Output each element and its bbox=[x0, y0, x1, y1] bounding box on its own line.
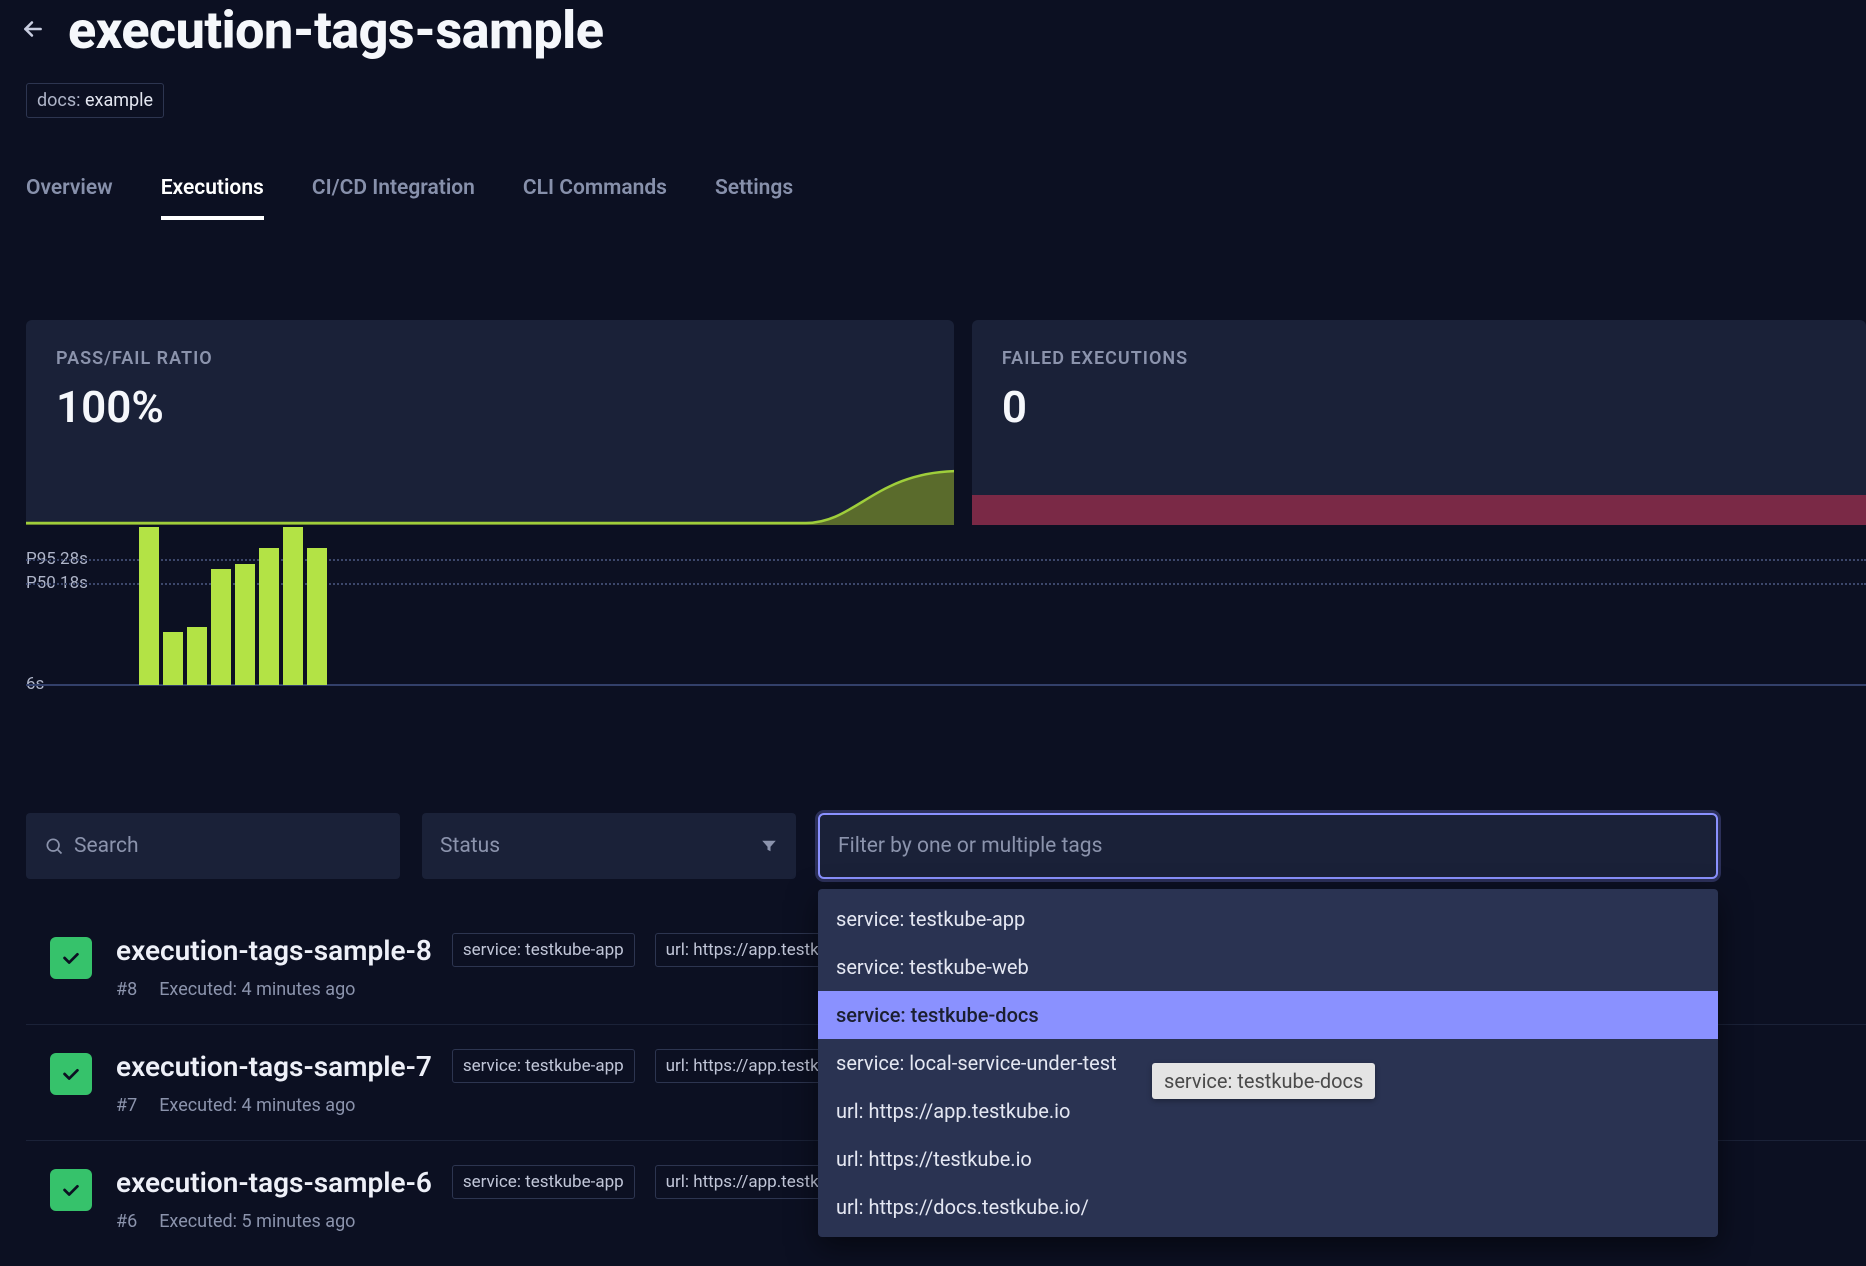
tab-cicd[interactable]: CI/CD Integration bbox=[312, 176, 475, 220]
card-failed-executions: FAILED EXECUTIONS 0 bbox=[972, 320, 1866, 525]
status-filter[interactable]: Status bbox=[422, 813, 796, 879]
dropdown-item[interactable]: url: https://docs.testkube.io/ bbox=[818, 1183, 1718, 1231]
search-input[interactable]: Search bbox=[26, 813, 400, 879]
dropdown-item[interactable]: service: testkube-app bbox=[818, 895, 1718, 943]
execution-timestamp: Executed: 4 minutes ago bbox=[159, 1095, 355, 1116]
execution-id: #7 bbox=[116, 1095, 137, 1116]
dropdown-item[interactable]: service: testkube-web bbox=[818, 943, 1718, 991]
tab-cli[interactable]: CLI Commands bbox=[523, 176, 667, 220]
card-pass-fail-value: 100% bbox=[56, 381, 924, 433]
filter-icon bbox=[760, 837, 778, 855]
bar bbox=[307, 548, 327, 685]
search-placeholder: Search bbox=[74, 834, 139, 858]
bar bbox=[259, 548, 279, 685]
tab-overview[interactable]: Overview bbox=[26, 176, 113, 220]
tab-settings[interactable]: Settings bbox=[715, 176, 793, 220]
status-label: Status bbox=[440, 834, 500, 858]
execution-id: #6 bbox=[116, 1211, 137, 1232]
search-icon bbox=[44, 836, 64, 856]
card-failed-value: 0 bbox=[1002, 381, 1836, 433]
execution-tag-chip[interactable]: url: https://app.testk bbox=[655, 933, 830, 967]
bar bbox=[187, 627, 207, 685]
bars-container bbox=[139, 527, 327, 685]
execution-timestamp: Executed: 4 minutes ago bbox=[159, 979, 355, 1000]
dropdown-item[interactable]: url: https://testkube.io bbox=[818, 1135, 1718, 1183]
bar bbox=[211, 569, 231, 685]
status-success-icon bbox=[50, 937, 92, 979]
execution-tag-chip[interactable]: service: testkube-app bbox=[452, 933, 635, 967]
pass-fail-sparkline bbox=[26, 465, 954, 525]
execution-timestamp: Executed: 5 minutes ago bbox=[159, 1211, 355, 1232]
execution-name: execution-tags-sample-7 bbox=[116, 1050, 432, 1083]
tabs: Overview Executions CI/CD Integration CL… bbox=[26, 176, 1866, 220]
tag-filter-input[interactable]: Filter by one or multiple tags bbox=[818, 813, 1718, 879]
execution-tag-chip[interactable]: url: https://app.testk bbox=[655, 1049, 830, 1083]
tag-key: docs: bbox=[37, 90, 81, 111]
execution-name: execution-tags-sample-6 bbox=[116, 1166, 432, 1199]
bar bbox=[139, 527, 159, 685]
tag-filter-placeholder: Filter by one or multiple tags bbox=[838, 834, 1102, 858]
tab-executions[interactable]: Executions bbox=[161, 176, 264, 220]
card-pass-fail: PASS/FAIL RATIO 100% bbox=[26, 320, 954, 525]
card-pass-fail-label: PASS/FAIL RATIO bbox=[56, 348, 924, 369]
bar bbox=[235, 564, 255, 685]
execution-tag-chip[interactable]: url: https://app.testk bbox=[655, 1165, 830, 1199]
card-failed-label: FAILED EXECUTIONS bbox=[1002, 348, 1836, 369]
back-arrow-icon[interactable] bbox=[20, 16, 46, 46]
status-success-icon bbox=[50, 1053, 92, 1095]
failed-bar bbox=[972, 495, 1866, 525]
tag-value: example bbox=[85, 90, 153, 111]
execution-name: execution-tags-sample-8 bbox=[116, 934, 432, 967]
execution-tag-chip[interactable]: service: testkube-app bbox=[452, 1165, 635, 1199]
bar bbox=[283, 527, 303, 685]
dropdown-tooltip: service: testkube-docs bbox=[1152, 1063, 1375, 1099]
page-title: execution-tags-sample bbox=[68, 0, 603, 61]
bar bbox=[163, 632, 183, 685]
duration-bar-chart: P95 28s P50 18s 6s bbox=[26, 543, 1866, 703]
status-success-icon bbox=[50, 1169, 92, 1211]
execution-id: #8 bbox=[116, 979, 137, 1000]
execution-tag-chip[interactable]: service: testkube-app bbox=[452, 1049, 635, 1083]
dropdown-item[interactable]: service: testkube-docs bbox=[818, 991, 1718, 1039]
header-tag-chip[interactable]: docs: example bbox=[26, 83, 164, 118]
